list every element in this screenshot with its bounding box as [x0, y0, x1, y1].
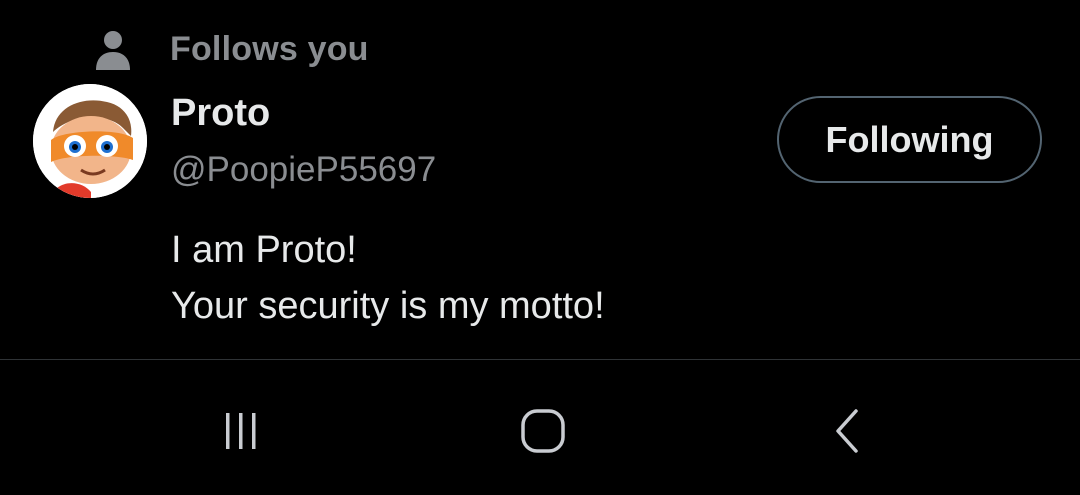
- bio: I am Proto! Your security is my motto!: [171, 222, 605, 334]
- follows-you-label: Follows you: [170, 30, 369, 68]
- home-icon: [521, 409, 565, 453]
- bio-line: I am Proto!: [171, 229, 357, 271]
- system-nav-bar: [0, 360, 1080, 495]
- following-button[interactable]: Following: [777, 96, 1042, 183]
- user-card-screen: Follows you Proto @PoopieP55697 Followin…: [0, 0, 1080, 495]
- avatar[interactable]: [33, 84, 147, 198]
- avatar-image: [33, 84, 147, 198]
- user-handle[interactable]: @PoopieP55697: [171, 150, 436, 190]
- back-button[interactable]: [806, 391, 886, 471]
- person-icon: [94, 30, 132, 72]
- back-icon: [836, 409, 858, 453]
- recent-apps-button[interactable]: [201, 391, 281, 471]
- recent-apps-icon: [226, 413, 256, 449]
- follows-you-row: Follows you: [94, 28, 368, 74]
- display-name[interactable]: Proto: [171, 92, 270, 135]
- bio-line: Your security is my motto!: [171, 285, 605, 327]
- home-button[interactable]: [503, 391, 583, 471]
